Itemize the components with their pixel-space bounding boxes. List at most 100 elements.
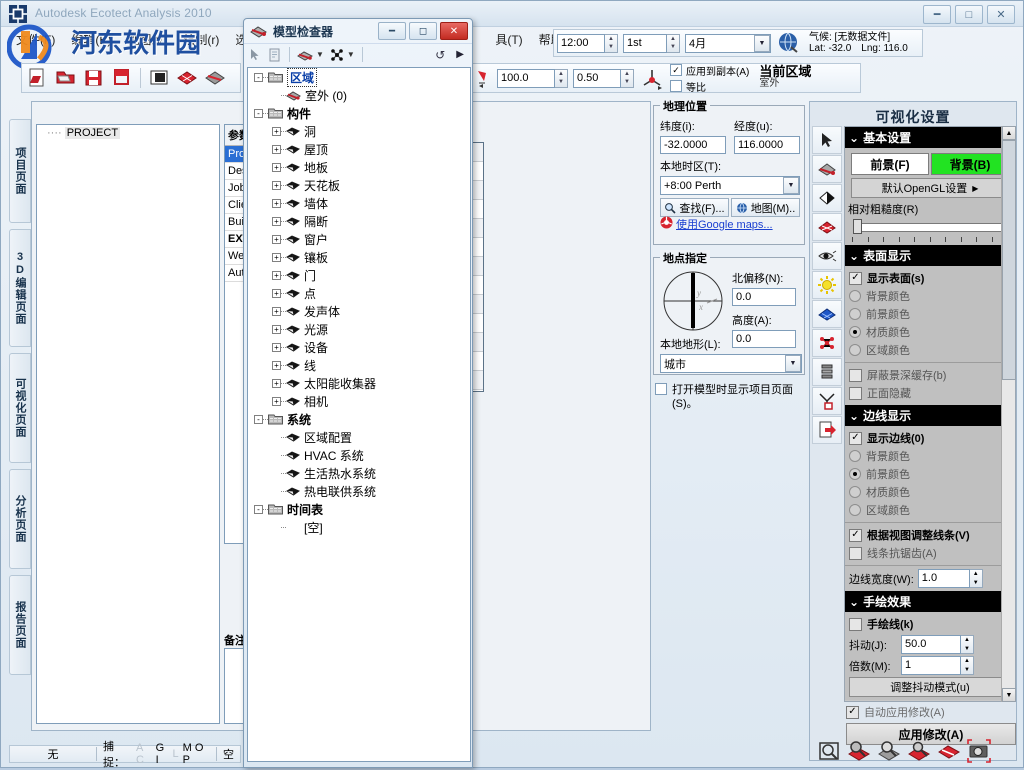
zoom-selected-icon[interactable] (906, 738, 932, 764)
edge-width-value[interactable]: 1.0 (918, 569, 970, 588)
scale-value-stepper[interactable]: 100.0 ▲▼ (497, 69, 568, 88)
edge-color-option-bg[interactable]: 背景颜色 (849, 447, 1011, 465)
tree-node[interactable]: +墙体 (248, 194, 470, 212)
display-icon[interactable] (146, 66, 172, 90)
stack-icon[interactable] (812, 358, 842, 386)
mi-close-button[interactable]: ✕ (440, 22, 468, 40)
tree-toggle[interactable]: + (272, 253, 281, 262)
tree-toggle[interactable]: + (272, 343, 281, 352)
factor-value-stepper[interactable]: 0.50 ▲▼ (573, 69, 634, 88)
sketch-lines-checkbox[interactable] (849, 618, 862, 631)
tree-node[interactable]: +地板 (248, 158, 470, 176)
menu-item-tools[interactable]: 具(T) (488, 28, 529, 51)
scroll-thumb[interactable] (1002, 140, 1016, 380)
factor-value[interactable]: 0.50 (573, 69, 621, 88)
collapse-chevron-icon[interactable]: ⌄ (849, 595, 859, 609)
front-hide-checkbox[interactable] (849, 387, 862, 400)
tree-toggle[interactable]: + (272, 127, 281, 136)
radio-button-selected[interactable] (849, 468, 861, 480)
sidebar-item-visualize-page[interactable]: 可视化页面 (9, 353, 31, 463)
tree-toggle[interactable]: - (254, 415, 263, 424)
maximize-button[interactable]: □ (955, 5, 983, 24)
section-header-sketch[interactable]: ⌄ 手绘效果 (845, 591, 1015, 612)
filter-dropdown-icon[interactable]: ▼ (347, 50, 355, 59)
scroll-up-button[interactable]: ▲ (1002, 126, 1016, 140)
compass-dial[interactable]: y x (662, 270, 724, 332)
tree-node[interactable]: -构件 (248, 104, 470, 122)
chevron-down-icon[interactable]: ▼ (785, 355, 801, 372)
tree-node[interactable]: +洞 (248, 122, 470, 140)
viz-scrollbar[interactable]: ▲ ▼ (1001, 126, 1015, 702)
collapse-chevron-icon[interactable]: ⌄ (849, 249, 859, 263)
background-color-button[interactable]: 背景(B) (931, 153, 1009, 175)
refresh-icon[interactable]: ↺ (435, 48, 445, 62)
timezone-select[interactable]: +8:00 Perth ▼ (660, 176, 800, 195)
tree-toggle[interactable]: + (272, 163, 281, 172)
default-opengl-button[interactable]: 默认OpenGL设置 ▶ (851, 178, 1009, 198)
new-file-icon[interactable] (25, 66, 51, 90)
tree-toggle[interactable]: + (272, 397, 281, 406)
radio-button[interactable] (849, 450, 861, 462)
depth-buffer-checkbox[interactable] (849, 369, 862, 382)
filter-icon[interactable] (330, 48, 344, 62)
sidebar-item-project-page[interactable]: 项目页面 (9, 119, 31, 223)
tree-toggle[interactable]: + (272, 217, 281, 226)
front-hide-option[interactable]: 正面隐藏 (849, 384, 1011, 402)
jitter-value[interactable]: 50.0 (901, 635, 961, 654)
tree-toggle[interactable]: + (272, 325, 281, 334)
print-icon[interactable] (109, 66, 135, 90)
surface-color-option-material[interactable]: 材质颜色 (849, 323, 1011, 341)
radio-button[interactable] (849, 344, 861, 356)
open-file-icon[interactable] (53, 66, 79, 90)
tree-toggle[interactable]: + (272, 361, 281, 370)
antialias-lines-option[interactable]: 线条抗锯齿(A) (849, 544, 1011, 562)
auto-apply-checkbox[interactable]: ✓ (846, 706, 859, 719)
sketch-lines-option[interactable]: 手绘线(k) (849, 615, 1011, 633)
tree-node[interactable]: +屋顶 (248, 140, 470, 158)
zoom-window-icon[interactable] (846, 738, 872, 764)
tree-node[interactable]: +天花板 (248, 176, 470, 194)
chevron-down-icon[interactable]: ▼ (754, 35, 770, 52)
tree-toggle[interactable]: + (272, 199, 281, 208)
tree-toggle[interactable]: + (272, 271, 281, 280)
object-type-dropdown-icon[interactable]: ▼ (316, 50, 324, 59)
menu-item-file[interactable]: 文件(F) (9, 28, 62, 51)
tree-node[interactable]: +窗户 (248, 230, 470, 248)
tree-node[interactable]: HVAC 系统 (248, 446, 470, 464)
surface-color-option-bg[interactable]: 背景颜色 (849, 287, 1011, 305)
surface-display-icon[interactable] (812, 155, 842, 183)
apply-to-copy-checkbox[interactable]: ✓ (670, 64, 682, 76)
scroll-down-button[interactable]: ▼ (1002, 688, 1016, 702)
section-header-surface[interactable]: ⌄ 表面显示 (845, 245, 1015, 266)
day-stepper[interactable]: 1st ▲▼ (623, 34, 680, 53)
visibility-eye-icon[interactable] (812, 242, 842, 270)
particles-icon[interactable] (812, 329, 842, 357)
tree-node[interactable]: +太阳能收集器 (248, 374, 470, 392)
tree-toggle[interactable]: - (254, 109, 263, 118)
terrain-select[interactable]: 城市 ▼ (660, 354, 802, 373)
scale-value[interactable]: 100.0 (497, 69, 555, 88)
radio-button[interactable] (849, 504, 861, 516)
section-header-basic[interactable]: ⌄ 基本设置 (845, 127, 1015, 148)
edge-width-stepper[interactable]: 1.0 ▲▼ (918, 569, 983, 588)
tree-toggle[interactable]: - (254, 505, 263, 514)
tree-node[interactable]: +设备 (248, 338, 470, 356)
longitude-input[interactable]: 116.0000 (734, 136, 800, 154)
tree-node[interactable]: 热电联供系统 (248, 482, 470, 500)
mi-maximize-button[interactable]: ◻ (409, 22, 437, 40)
tree-node[interactable]: -区域 (248, 68, 470, 86)
collapse-chevron-icon[interactable]: ⌄ (849, 409, 859, 423)
tree-node[interactable]: +隔断 (248, 212, 470, 230)
collapse-chevron-icon[interactable]: ⌄ (849, 131, 859, 145)
tree-toggle[interactable]: + (272, 181, 281, 190)
edge-color-option-material[interactable]: 材质颜色 (849, 483, 1011, 501)
auto-apply-option[interactable]: ✓ 自动应用修改(A) (846, 704, 1016, 720)
proportional-checkbox[interactable] (670, 80, 682, 92)
map-button[interactable]: 地图(M).. (731, 198, 800, 217)
red-mesh-icon[interactable] (812, 213, 842, 241)
mi-minimize-button[interactable]: ━ (378, 22, 406, 40)
properties-icon[interactable] (268, 48, 282, 62)
multiplier-value[interactable]: 1 (901, 656, 961, 675)
antialias-lines-checkbox[interactable] (849, 547, 862, 560)
tree-node[interactable]: +门 (248, 266, 470, 284)
